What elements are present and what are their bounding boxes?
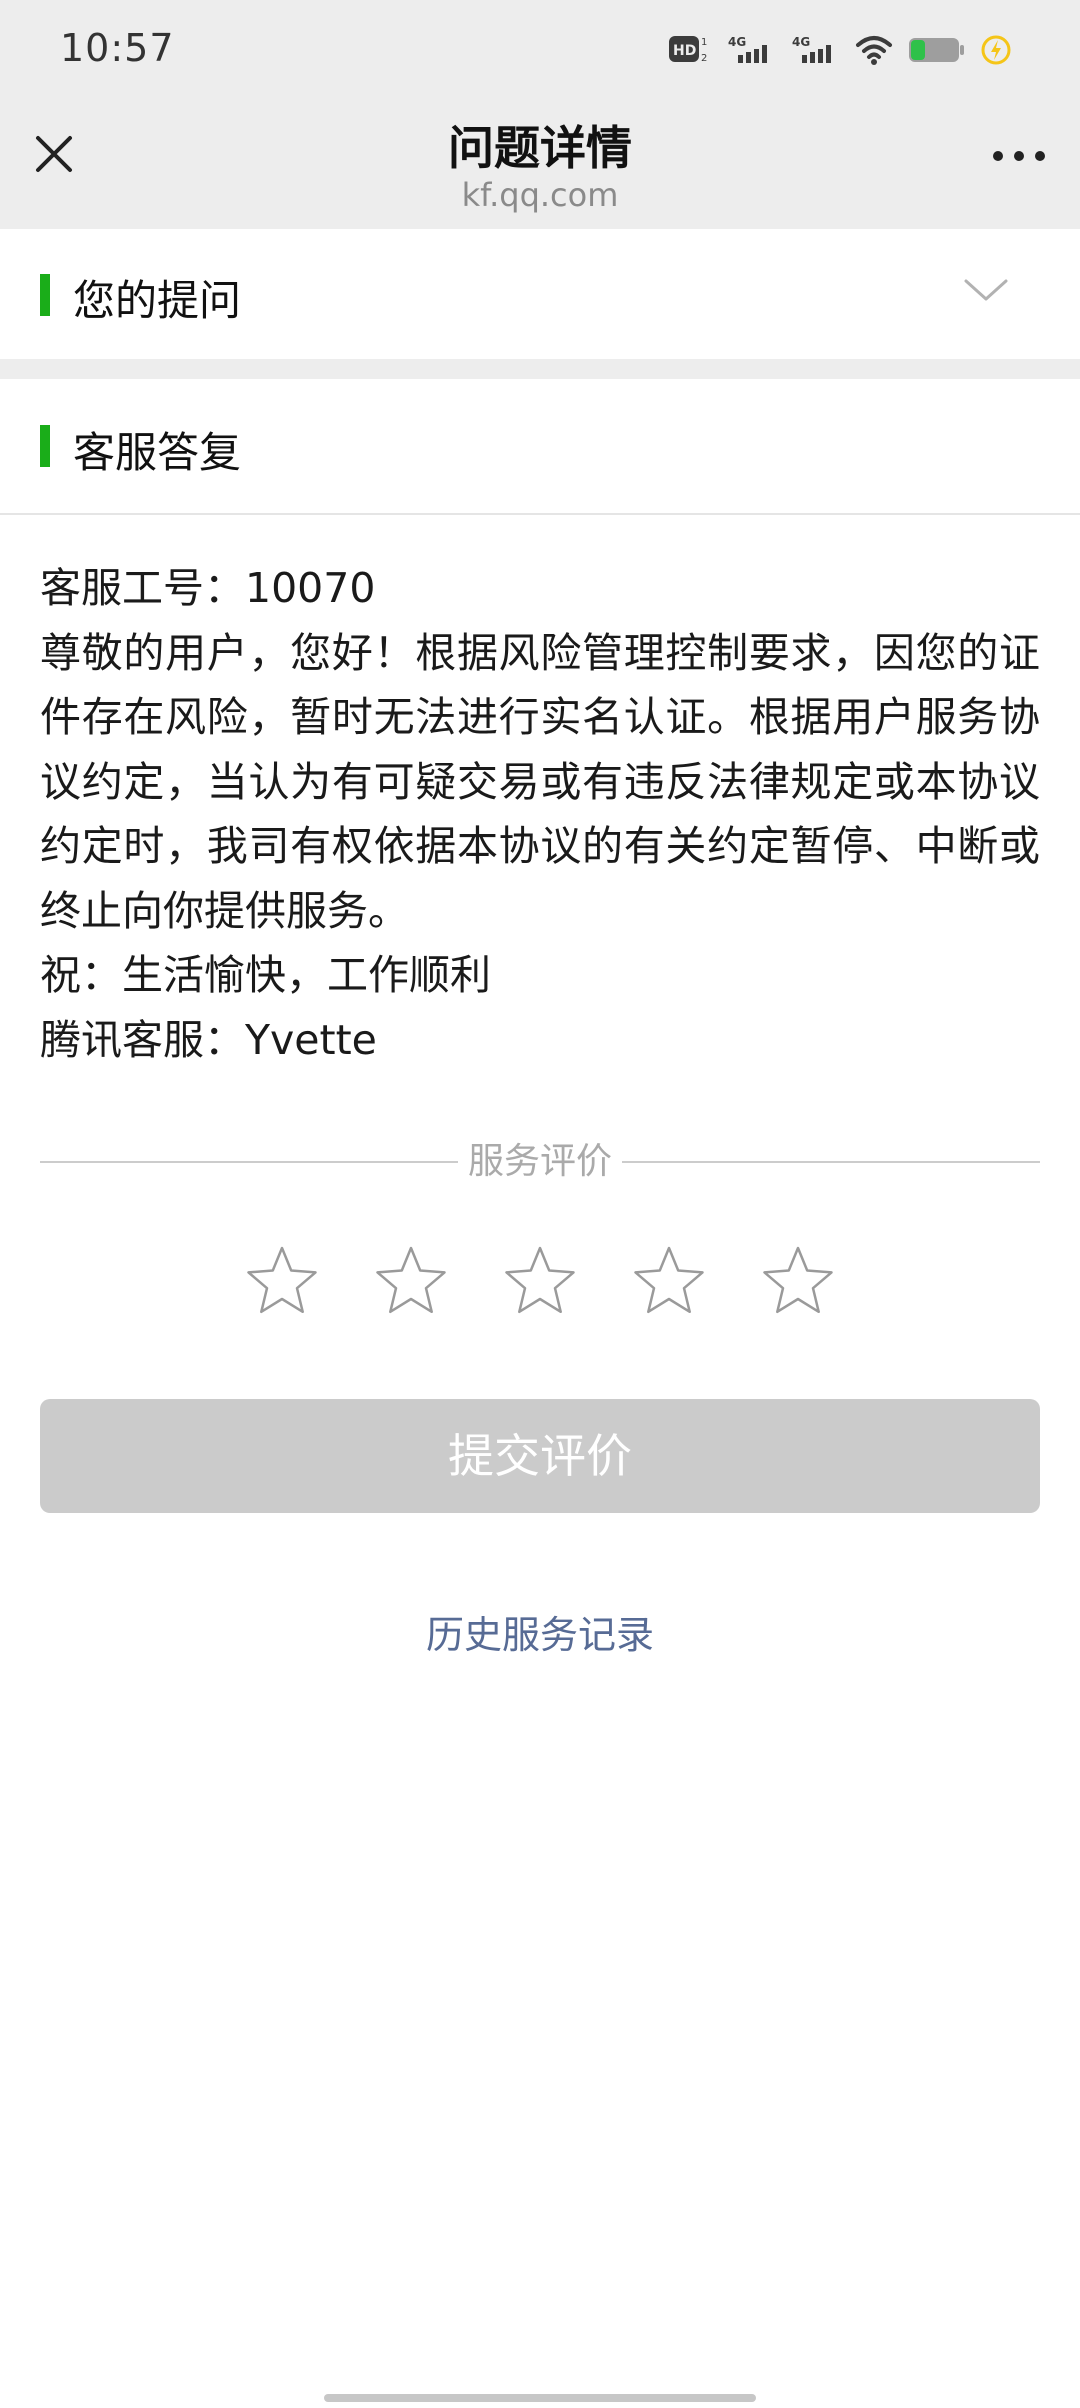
section-accent-bar [40,425,50,467]
svg-text:4G: 4G [792,35,810,49]
top-chrome: 10:57 HD 1 2 4G 4G 问题详情 kf.qq.com [0,0,1080,229]
svg-text:2: 2 [701,53,707,64]
signal-4g-icon: 4G [728,35,767,63]
more-icon[interactable] [988,136,1050,176]
submit-rating-button[interactable]: 提交评价 [40,1399,1040,1513]
agent-id-line: 客服工号：10070 [40,564,376,612]
reply-section-title: 客服答复 [73,428,242,477]
service-history-link[interactable]: 历史服务记录 [0,1604,1080,1659]
reply-section-header: 客服答复 [0,379,1080,515]
question-section-header[interactable]: 您的提问 [0,229,1080,359]
svg-text:4G: 4G [728,35,746,49]
star-1-icon[interactable] [245,1244,319,1316]
hd-icon: HD 1 2 [669,36,707,64]
star-4-icon[interactable] [632,1244,706,1316]
star-5-icon[interactable] [761,1244,835,1316]
charging-icon [981,35,1011,65]
chevron-down-icon[interactable] [962,271,1010,311]
signal-4g-icon: 4G [792,35,831,63]
battery-icon [909,38,964,62]
section-divider [0,359,1080,379]
greeting-line: 祝：生活愉快，工作顺利 [40,951,491,999]
status-time: 10:57 [60,26,175,70]
status-icons: HD 1 2 4G 4G [668,30,1012,70]
reply-message: 尊敬的用户，您好！根据风险管理控制要求，因您的证件存在风险，暂时无法进行实名认证… [40,628,1040,935]
star-rating [0,1244,1080,1324]
signature-line: 腾讯客服：Yvette [40,1015,377,1064]
rating-label: 服务评价 [467,1141,612,1182]
page-domain: kf.qq.com [461,176,619,214]
star-3-icon[interactable] [503,1244,577,1316]
divider-line [622,1161,1040,1163]
reply-body: 客服工号：10070 尊敬的用户，您好！根据风险管理控制要求，因您的证件存在风险… [40,556,1040,1072]
home-indicator[interactable] [324,2394,756,2402]
wifi-icon [856,36,892,65]
svg-text:1: 1 [701,37,707,48]
rating-divider: 服务评价 [40,1132,1040,1182]
question-section-title: 您的提问 [73,276,242,325]
section-accent-bar [40,274,50,316]
svg-text:HD: HD [673,43,696,59]
star-2-icon[interactable] [374,1244,448,1316]
page-title: 问题详情 [448,121,632,175]
